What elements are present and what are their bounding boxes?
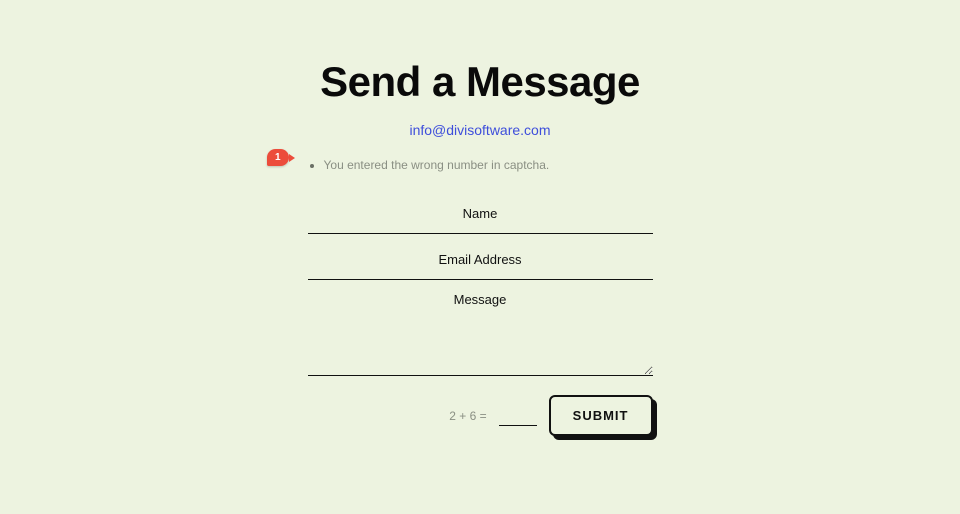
captcha-numbers: 2 + 6: [449, 409, 476, 423]
contact-form: You entered the wrong number in captcha.…: [308, 156, 653, 436]
captcha-expression: 2 + 6 =: [449, 409, 486, 423]
error-list: You entered the wrong number in captcha.: [308, 158, 653, 172]
annotation-marker: 1: [267, 147, 289, 166]
contact-form-section: Send a Message info@divisoftware.com You…: [0, 0, 960, 436]
email-input[interactable]: [308, 238, 653, 280]
captcha-row: 2 + 6 = SUBMIT: [308, 395, 653, 436]
annotation-badge: 1: [267, 149, 289, 166]
page-title: Send a Message: [320, 58, 640, 106]
submit-button[interactable]: SUBMIT: [549, 395, 653, 436]
name-input[interactable]: [308, 192, 653, 234]
error-message: You entered the wrong number in captcha.: [324, 158, 653, 172]
contact-email-link[interactable]: info@divisoftware.com: [409, 122, 550, 138]
message-textarea[interactable]: [308, 284, 653, 376]
captcha-equals: =: [480, 409, 487, 423]
captcha-input[interactable]: [499, 405, 537, 426]
